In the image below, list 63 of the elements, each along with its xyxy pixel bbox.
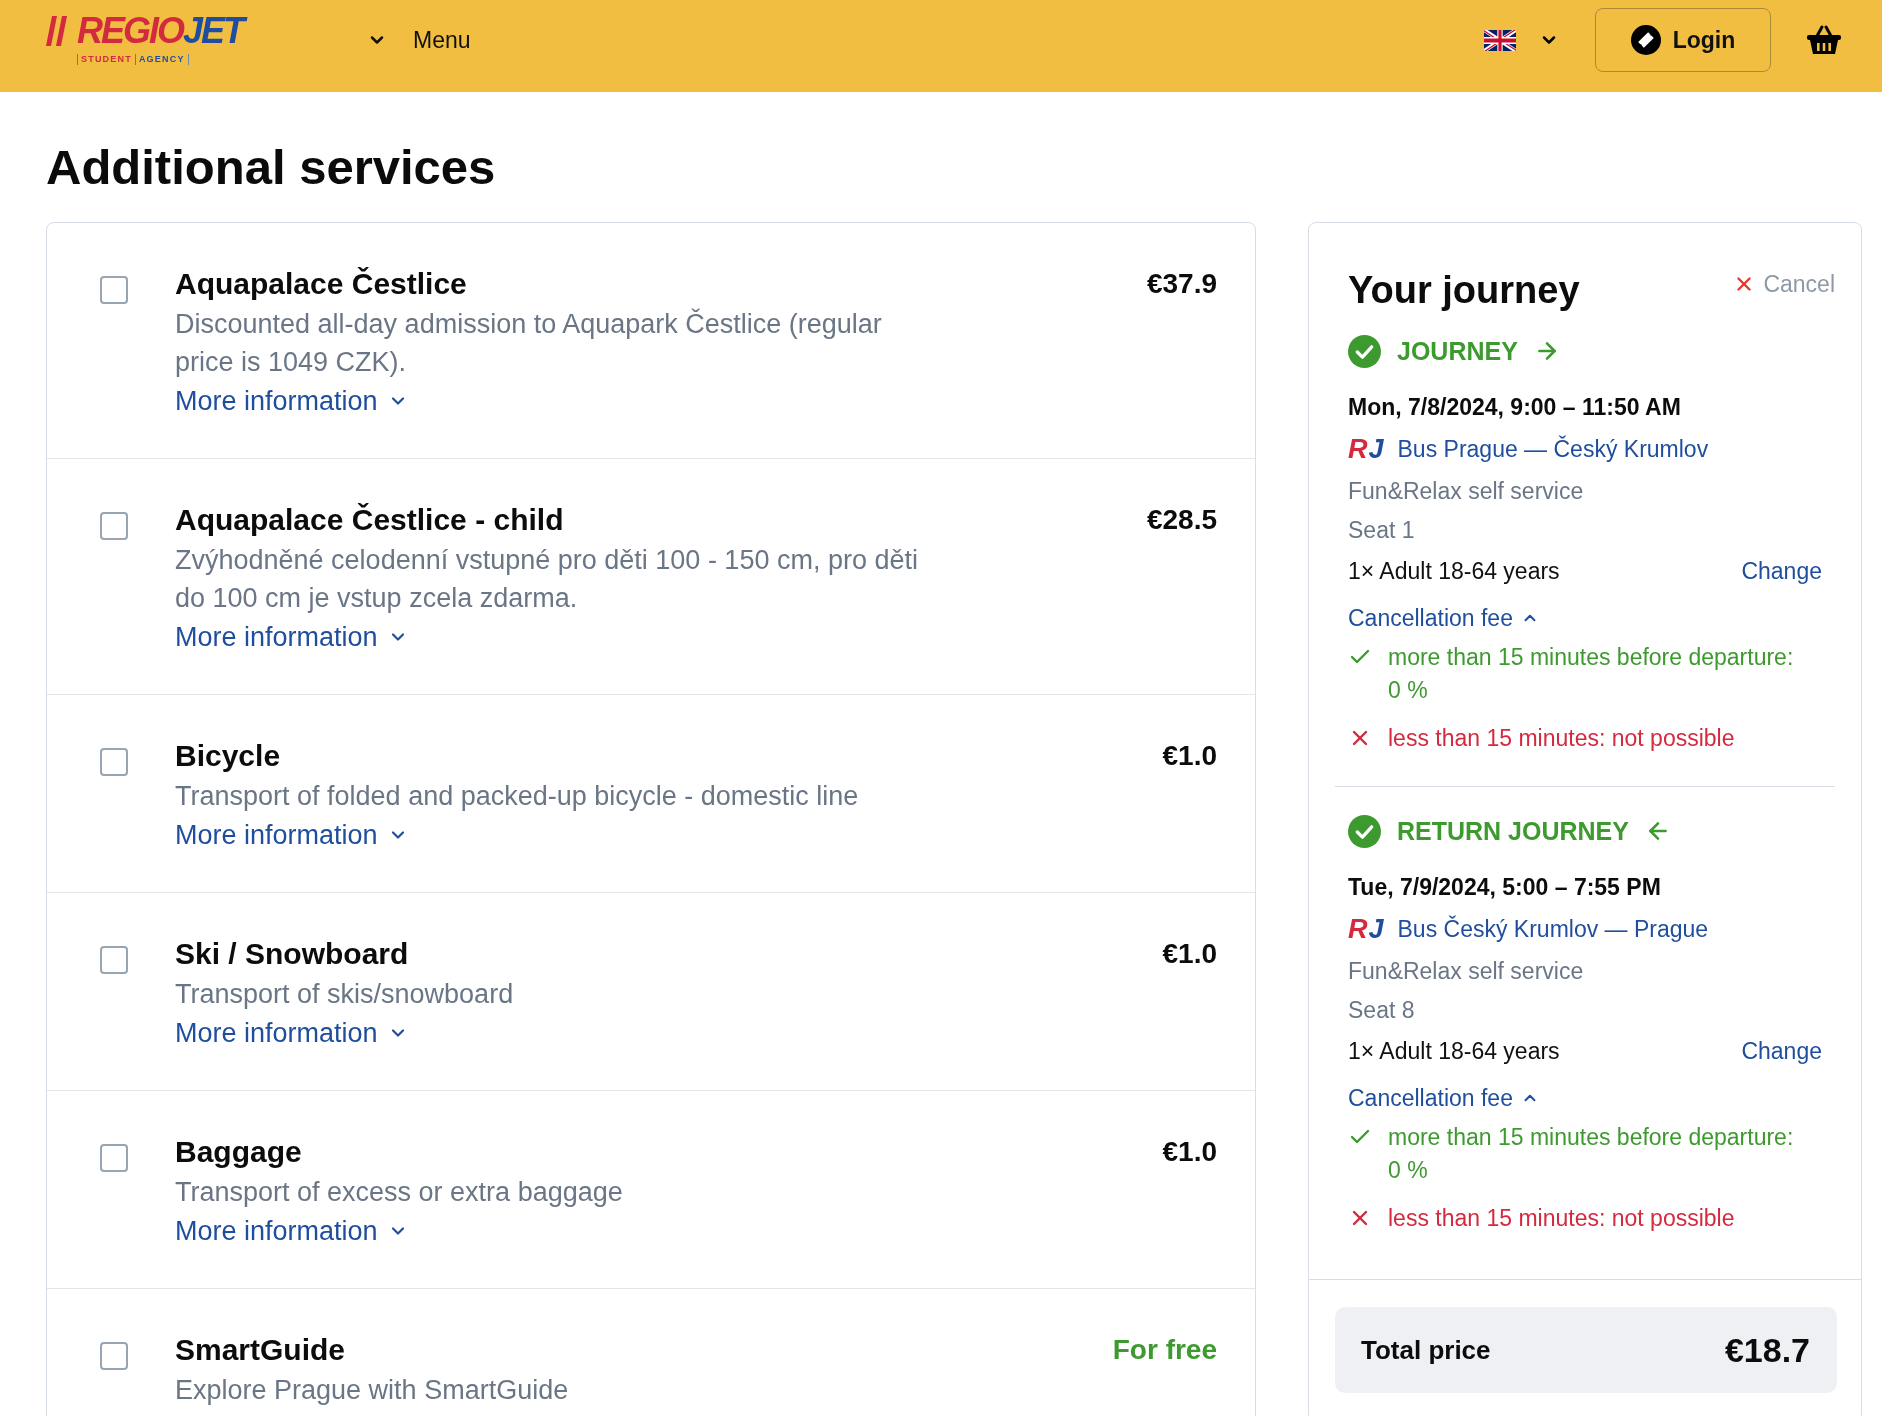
uk-flag-icon	[1484, 29, 1516, 51]
service-price: €1.0	[1162, 740, 1217, 772]
check-circle-icon	[1348, 334, 1381, 368]
leg-heading: JOURNEY	[1397, 336, 1518, 366]
service-name: Aquapalace Čestlice	[175, 268, 467, 300]
seat-text: Seat 8	[1348, 996, 1415, 1025]
more-information-link[interactable]: More information	[175, 1013, 408, 1053]
change-link[interactable]: Change	[1741, 1037, 1822, 1065]
menu-button[interactable]: Menu	[367, 26, 471, 54]
service-description: Discounted all-day admission to Aquapark Čestlice (regular price is 1049 CZK).	[175, 307, 883, 379]
service-description: Transport of excess or extra baggage	[175, 1176, 623, 1209]
checkbox[interactable]	[100, 512, 128, 540]
page-title: Additional services	[46, 139, 496, 195]
operator-logo: RJ	[1348, 913, 1385, 946]
more-information-link[interactable]: More information	[175, 381, 408, 421]
cancellation-fee-toggle[interactable]: Cancellation fee	[1348, 600, 1539, 636]
service-name: Baggage	[175, 1136, 302, 1168]
change-link[interactable]: Change	[1741, 557, 1822, 585]
operator-logo: RJ	[1348, 433, 1385, 466]
check-circle-icon	[1348, 814, 1381, 848]
tariff-text: Fun&Relax self service	[1348, 477, 1584, 506]
ticket-icon	[1630, 25, 1661, 55]
leg-heading: RETURN JOURNEY	[1397, 816, 1629, 846]
checkbox[interactable]	[100, 1144, 128, 1172]
tariff-text: Fun&Relax self service	[1348, 957, 1584, 986]
seat-text: Seat 1	[1348, 516, 1415, 545]
basket-button[interactable]	[1806, 24, 1842, 56]
service-price: €1.0	[1162, 1136, 1217, 1168]
more-information-link[interactable]: More information	[175, 1211, 408, 1251]
service-description: Transport of folded and packed-up bicycle - domestic line	[175, 780, 859, 813]
cancellation-fee-toggle[interactable]: Cancellation fee	[1348, 1080, 1539, 1116]
service-price: €28.5	[1146, 504, 1217, 536]
service-name: SmartGuide	[175, 1334, 346, 1366]
passenger-text: 1× Adult 18-64 years	[1348, 557, 1560, 585]
service-name: Ski / Snowboard	[175, 938, 409, 970]
more-information-link[interactable]: More information	[175, 815, 408, 855]
fee-rule-text: more than 15 minutes before departure: 0 %	[1388, 643, 1795, 705]
service-price: For free	[1112, 1334, 1217, 1366]
checkbox[interactable]	[100, 946, 128, 974]
passenger-text: 1× Adult 18-64 years	[1348, 1037, 1560, 1065]
service-description: Explore Prague with SmartGuide	[175, 1374, 569, 1407]
more-information-link[interactable]: More information	[175, 617, 408, 657]
total-label: Total price	[1361, 1334, 1491, 1366]
total-value: €18.7	[1724, 1330, 1810, 1370]
service-description: Zvýhodněné celodenní vstupné pro děti 100 - 150 cm, pro děti do 100 cm je vstup zcela zdarma.	[175, 544, 919, 615]
route-link[interactable]: Bus Prague — Český Krumlov	[1397, 435, 1709, 463]
service-name: Aquapalace Čestlice - child	[175, 504, 564, 536]
service-price: €1.0	[1162, 938, 1217, 970]
route-link[interactable]: Bus Český Krumlov — Prague	[1397, 915, 1709, 943]
departure-date: Mon, 7/8/2024, 9:00 – 11:50 AM	[1348, 393, 1681, 422]
departure-date: Tue, 7/9/2024, 5:00 – 7:55 PM	[1348, 873, 1661, 902]
login-button[interactable]: Login	[1595, 8, 1771, 72]
checkbox[interactable]	[100, 276, 128, 304]
fee-rule-text: less than 15 minutes: not possible	[1388, 724, 1735, 753]
panel-title: Your journey	[1348, 268, 1580, 312]
service-price: €37.9	[1146, 268, 1217, 300]
checkbox[interactable]	[100, 1342, 128, 1370]
service-description: Transport of skis/snowboard	[175, 978, 514, 1011]
fee-rule-text: more than 15 minutes before departure: 0 %	[1388, 1123, 1795, 1185]
checkbox[interactable]	[100, 748, 128, 776]
fee-rule-text: less than 15 minutes: not possible	[1388, 1204, 1735, 1233]
basket-icon	[1806, 24, 1842, 56]
service-name: Bicycle	[175, 740, 281, 772]
